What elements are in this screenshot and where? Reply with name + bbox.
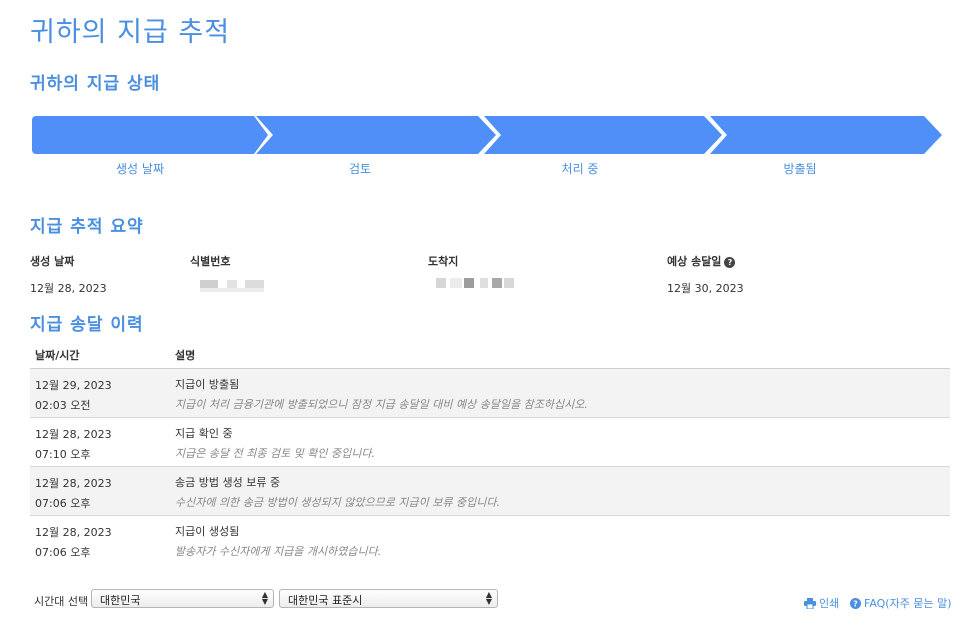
row-title: 송금 방법 생성 보류 중	[175, 476, 281, 489]
row-date: 12월 28, 2023	[35, 526, 112, 539]
svg-text:?: ?	[853, 600, 858, 609]
row-time: 02:03 오전	[35, 399, 91, 412]
table-row: 12월 29, 2023 02:03 오전 지급이 방출됨 지급이 처리 금융기…	[30, 369, 950, 418]
progress-step-processing	[484, 116, 722, 154]
summary-created-label: 생성 날짜	[30, 255, 75, 268]
country-select[interactable]: 대한민국 ▲ ▼	[91, 589, 274, 608]
timezone-label: 시간대 선택	[34, 595, 89, 608]
summary-section-title: 지급 추적 요약	[30, 217, 144, 237]
timezone-select[interactable]: 대한민국 표준시 ▲ ▼	[279, 589, 498, 608]
table-row: 12월 28, 2023 07:10 오후 지급 확인 중 지급은 송달 전 최…	[30, 418, 950, 467]
question-circle-icon: ?	[850, 598, 861, 609]
row-date: 12월 29, 2023	[35, 379, 112, 392]
row-description: 수신자에 의한 송금 방법이 생성되지 않았으므로 지급이 보류 중입니다.	[175, 496, 500, 509]
summary-created-value: 12월 28, 2023	[30, 282, 107, 295]
printer-icon	[804, 598, 816, 610]
status-progress-bar	[32, 116, 942, 154]
select-arrows-icon: ▲ ▼	[485, 590, 492, 606]
summary-destination-label: 도착지	[428, 255, 459, 268]
status-section-title: 귀하의 지급 상태	[30, 74, 161, 94]
step-label-released: 방출됨	[783, 162, 817, 176]
print-link[interactable]: 인쇄	[804, 595, 839, 611]
history-section-title: 지급 송달 이력	[30, 315, 144, 335]
row-time: 07:06 오후	[35, 497, 91, 510]
table-row: 12월 28, 2023 07:06 오후 송금 방법 생성 보류 중 수신자에…	[30, 467, 950, 516]
row-description: 발송자가 수신자에게 지급을 개시하였습니다.	[175, 545, 382, 558]
step-label-processing: 처리 중	[561, 162, 599, 176]
step-label-created: 생성 날짜	[116, 162, 164, 176]
question-circle-icon[interactable]: ?	[724, 257, 736, 268]
row-title: 지급이 방출됨	[175, 378, 240, 391]
progress-step-review	[256, 116, 496, 154]
summary-expected-value: 12월 30, 2023	[667, 282, 744, 295]
progress-step-released	[710, 116, 942, 154]
summary-expected-label: 예상 송달일?	[667, 253, 736, 269]
row-date: 12월 28, 2023	[35, 428, 112, 441]
progress-step-created	[32, 116, 254, 154]
history-table-header: 날짜/시간 설명	[30, 342, 950, 369]
timezone-select-value: 대한민국 표준시	[288, 594, 363, 607]
row-title: 지급 확인 중	[175, 427, 233, 440]
page-title: 귀하의 지급 추적	[30, 17, 231, 48]
select-arrows-icon: ▲ ▼	[261, 590, 268, 606]
col-header-description: 설명	[175, 349, 196, 362]
row-title: 지급이 생성됨	[175, 525, 240, 538]
row-description: 지급은 송달 전 최종 검토 및 확인 중입니다.	[175, 447, 376, 460]
print-link-label: 인쇄	[819, 597, 840, 610]
faq-link-label: FAQ(자주 묻는 말)	[864, 597, 952, 610]
row-time: 07:10 오후	[35, 448, 91, 461]
country-select-value: 대한민국	[100, 594, 141, 607]
table-row: 12월 28, 2023 07:06 오후 지급이 생성됨 발송자가 수신자에게…	[30, 516, 950, 564]
row-date: 12월 28, 2023	[35, 477, 112, 490]
faq-link[interactable]: ? FAQ(자주 묻는 말)	[850, 595, 951, 611]
history-table: 날짜/시간 설명 12월 29, 2023 02:03 오전 지급이 방출됨 지…	[30, 342, 950, 564]
summary-id-label: 식별번호	[190, 255, 231, 268]
row-description: 지급이 처리 금융기관에 방출되었으니 잠정 지급 송달일 대비 예상 송달일을…	[175, 398, 588, 411]
col-header-datetime: 날짜/시간	[35, 349, 80, 362]
step-label-review: 검토	[348, 162, 372, 176]
row-time: 07:06 오후	[35, 546, 91, 559]
